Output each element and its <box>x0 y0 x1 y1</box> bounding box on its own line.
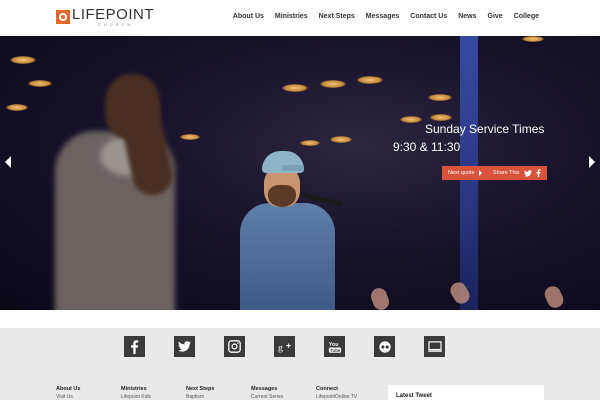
footer-link[interactable]: Visit Us <box>56 394 80 400</box>
footer-column-title[interactable]: About Us <box>56 386 80 392</box>
footer-column-title[interactable]: Connect <box>316 386 357 392</box>
main-nav: About Us Ministries Next Steps Messages … <box>222 13 539 20</box>
twitter-icon[interactable] <box>523 169 532 177</box>
stage-light <box>320 80 346 88</box>
site-header: LIFEPOINT CHURCH About Us Ministries Nex… <box>0 0 600 36</box>
footer-link[interactable]: Lifepoint Kids <box>121 394 151 400</box>
twitter-icon[interactable] <box>174 336 195 357</box>
chevron-right-icon <box>478 170 482 176</box>
singer-left <box>30 46 210 310</box>
singer-right <box>240 151 350 310</box>
svg-text:g: g <box>278 342 283 353</box>
slider-prev-arrow-icon[interactable] <box>3 156 13 168</box>
hero-slider: Sunday Service Times 9:30 & 11:30 Next q… <box>0 36 600 310</box>
nav-about-us[interactable]: About Us <box>233 13 264 20</box>
stage-light <box>300 140 320 146</box>
footer-column-title[interactable]: Messages <box>251 386 283 392</box>
stage-light <box>428 94 452 101</box>
footer-column-next-steps: Next Steps Baptism <box>186 386 214 400</box>
svg-text:Tube: Tube <box>330 347 341 352</box>
nav-ministries[interactable]: Ministries <box>275 13 308 20</box>
footer-column-about: About Us Visit Us <box>56 386 80 400</box>
footer-link[interactable]: Current Series <box>251 394 283 400</box>
latest-tweet-box: Latest Tweet <box>388 385 544 400</box>
nav-messages[interactable]: Messages <box>366 13 399 20</box>
google-plus-icon[interactable]: g <box>274 336 295 357</box>
instagram-icon[interactable] <box>224 336 245 357</box>
logo-subtext: CHURCH <box>98 22 134 27</box>
next-quote-label: Next quote <box>448 170 475 176</box>
stage-light <box>400 116 422 123</box>
hero-service-times: 9:30 & 11:30 <box>393 140 461 154</box>
stage-light <box>330 136 352 143</box>
share-label: Share This <box>493 170 520 176</box>
footer-link[interactable]: Baptism <box>186 394 214 400</box>
stage-light <box>522 36 544 42</box>
footer-column-ministries: Ministries Lifepoint Kids <box>121 386 151 400</box>
site-footer: About Us Visit Us Ministries Lifepoint K… <box>0 366 600 400</box>
nav-college[interactable]: College <box>514 13 539 20</box>
nav-next-steps[interactable]: Next Steps <box>319 13 355 20</box>
footer-column-title[interactable]: Ministries <box>121 386 151 392</box>
raised-hand <box>542 283 566 310</box>
raised-hand <box>368 285 392 310</box>
facebook-icon[interactable] <box>536 169 541 177</box>
nav-contact-us[interactable]: Contact Us <box>410 13 447 20</box>
stage-light <box>357 76 383 84</box>
nav-news[interactable]: News <box>458 13 476 20</box>
footer-column-connect: Connect LifepointOnline.TV <box>316 386 357 400</box>
share-button[interactable]: Share This <box>487 166 547 180</box>
youtube-icon[interactable]: You Tube <box>324 336 345 357</box>
footer-link[interactable]: LifepointOnline.TV <box>316 394 357 400</box>
social-links-bar: g You Tube <box>0 328 600 366</box>
tv-icon[interactable] <box>424 336 445 357</box>
flickr-icon[interactable] <box>374 336 395 357</box>
footer-column-title[interactable]: Next Steps <box>186 386 214 392</box>
footer-column-messages: Messages Current Series <box>251 386 283 400</box>
stage-light <box>282 84 308 92</box>
logo-text: LIFEPOINT <box>72 6 155 23</box>
nav-give[interactable]: Give <box>488 13 503 20</box>
stage-light <box>430 114 452 121</box>
logo-mark-icon <box>56 10 70 24</box>
hero-title: Sunday Service Times <box>425 122 545 136</box>
latest-tweet-title: Latest Tweet <box>396 393 432 399</box>
stage-light <box>6 104 28 111</box>
slider-next-arrow-icon[interactable] <box>587 156 597 168</box>
logo[interactable]: LIFEPOINT CHURCH <box>56 6 155 27</box>
next-quote-button[interactable]: Next quote <box>442 166 488 180</box>
facebook-icon[interactable] <box>124 336 145 357</box>
